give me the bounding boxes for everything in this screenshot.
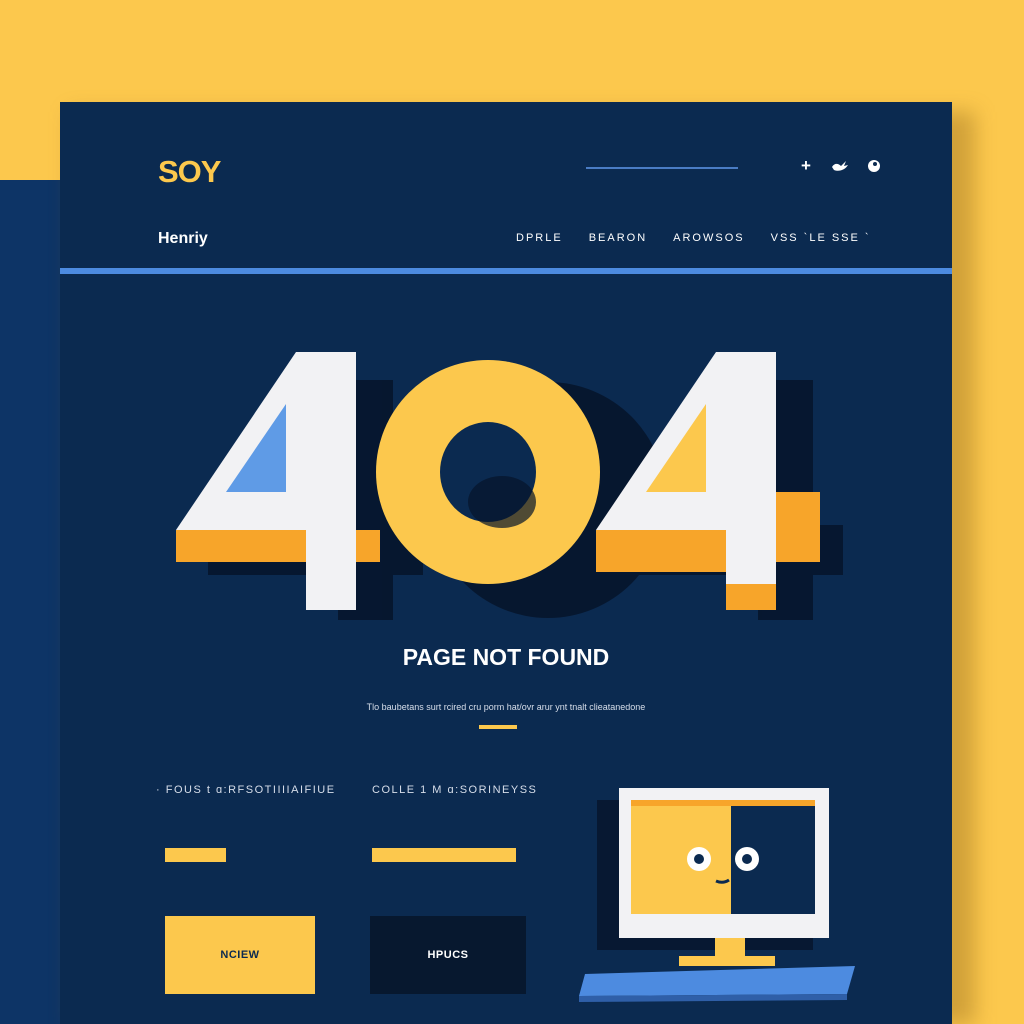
plus-icon[interactable]: + bbox=[796, 156, 816, 176]
nav-underline bbox=[60, 268, 952, 274]
site-logo[interactable]: SOY bbox=[158, 154, 221, 190]
error-page: SOY + Henriy DPRLE BEARON AROWSOS VSS `L… bbox=[60, 102, 952, 1024]
circle-icon[interactable] bbox=[864, 156, 884, 176]
digit-zero bbox=[376, 360, 600, 584]
page-description: Tlo baubetans surt rcired cru porm hat/o… bbox=[366, 702, 646, 712]
footer-bar-right bbox=[372, 848, 516, 862]
nav-item-1[interactable]: DPRLE bbox=[516, 232, 563, 244]
footer-label-left: · FOUS t ɑ:RFSOTIIIIAIFIUE bbox=[156, 784, 336, 796]
page-title: PAGE NOT FOUND bbox=[402, 644, 610, 670]
nav-item-3[interactable]: AROWSOS bbox=[673, 232, 744, 244]
background-band bbox=[0, 180, 60, 1024]
footer-bar-left bbox=[165, 848, 226, 862]
new-button[interactable]: NCIEW bbox=[165, 916, 315, 994]
header-icons: + bbox=[796, 156, 884, 176]
nav-item-4[interactable]: VSS `LE SSE ` bbox=[771, 232, 871, 244]
nav-item-2[interactable]: BEARON bbox=[589, 232, 647, 244]
header-divider bbox=[586, 167, 738, 169]
description-underline bbox=[479, 725, 517, 729]
main-nav: DPRLE BEARON AROWSOS VSS `LE SSE ` bbox=[516, 232, 871, 244]
bird-icon[interactable] bbox=[830, 156, 850, 176]
footer-label-right: COLLE 1 M ɑ:SORINEYSS bbox=[372, 784, 538, 796]
error-code-graphic: 404 bbox=[170, 352, 850, 622]
brand-name: Henriy bbox=[158, 230, 208, 247]
pics-button[interactable]: HPUCS bbox=[370, 916, 526, 994]
monitor-illustration bbox=[575, 782, 865, 1022]
